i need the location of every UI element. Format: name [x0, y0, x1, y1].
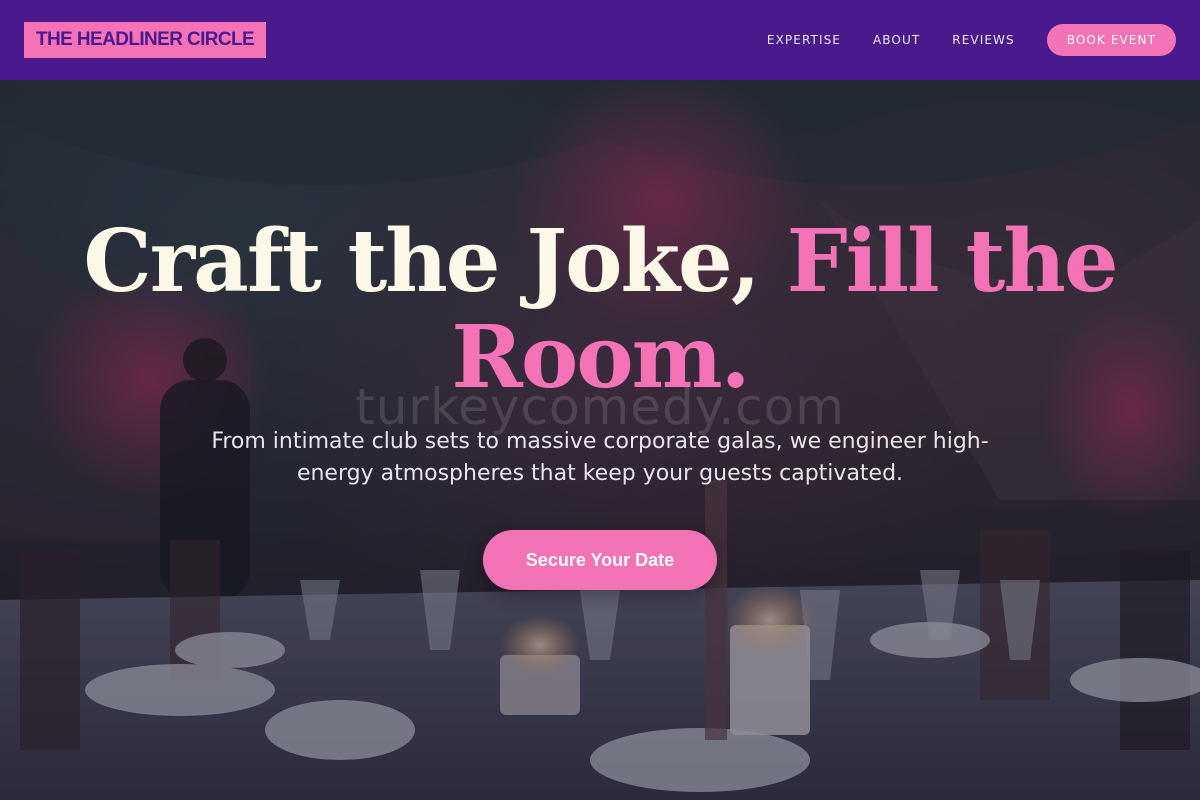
- hero-section: Craft the Joke, Fill the Room. turkeycom…: [0, 80, 1200, 800]
- book-event-button[interactable]: BOOK EVENT: [1046, 24, 1176, 56]
- nav-link-expertise[interactable]: EXPERTISE: [767, 33, 841, 47]
- nav-link-about[interactable]: ABOUT: [873, 33, 920, 47]
- hero-subtitle: From intimate club sets to massive corpo…: [211, 429, 989, 486]
- secure-your-date-button[interactable]: Secure Your Date: [483, 530, 717, 590]
- brand-logo[interactable]: THE HEADLINER CIRCLE: [24, 22, 267, 58]
- nav-links: EXPERTISE ABOUT REVIEWS BOOK EVENT: [767, 24, 1176, 56]
- hero-headline-part-1: Craft the Joke,: [83, 211, 787, 312]
- top-navigation: THE HEADLINER CIRCLE EXPERTISE ABOUT REV…: [0, 0, 1200, 80]
- nav-link-reviews[interactable]: REVIEWS: [952, 33, 1014, 47]
